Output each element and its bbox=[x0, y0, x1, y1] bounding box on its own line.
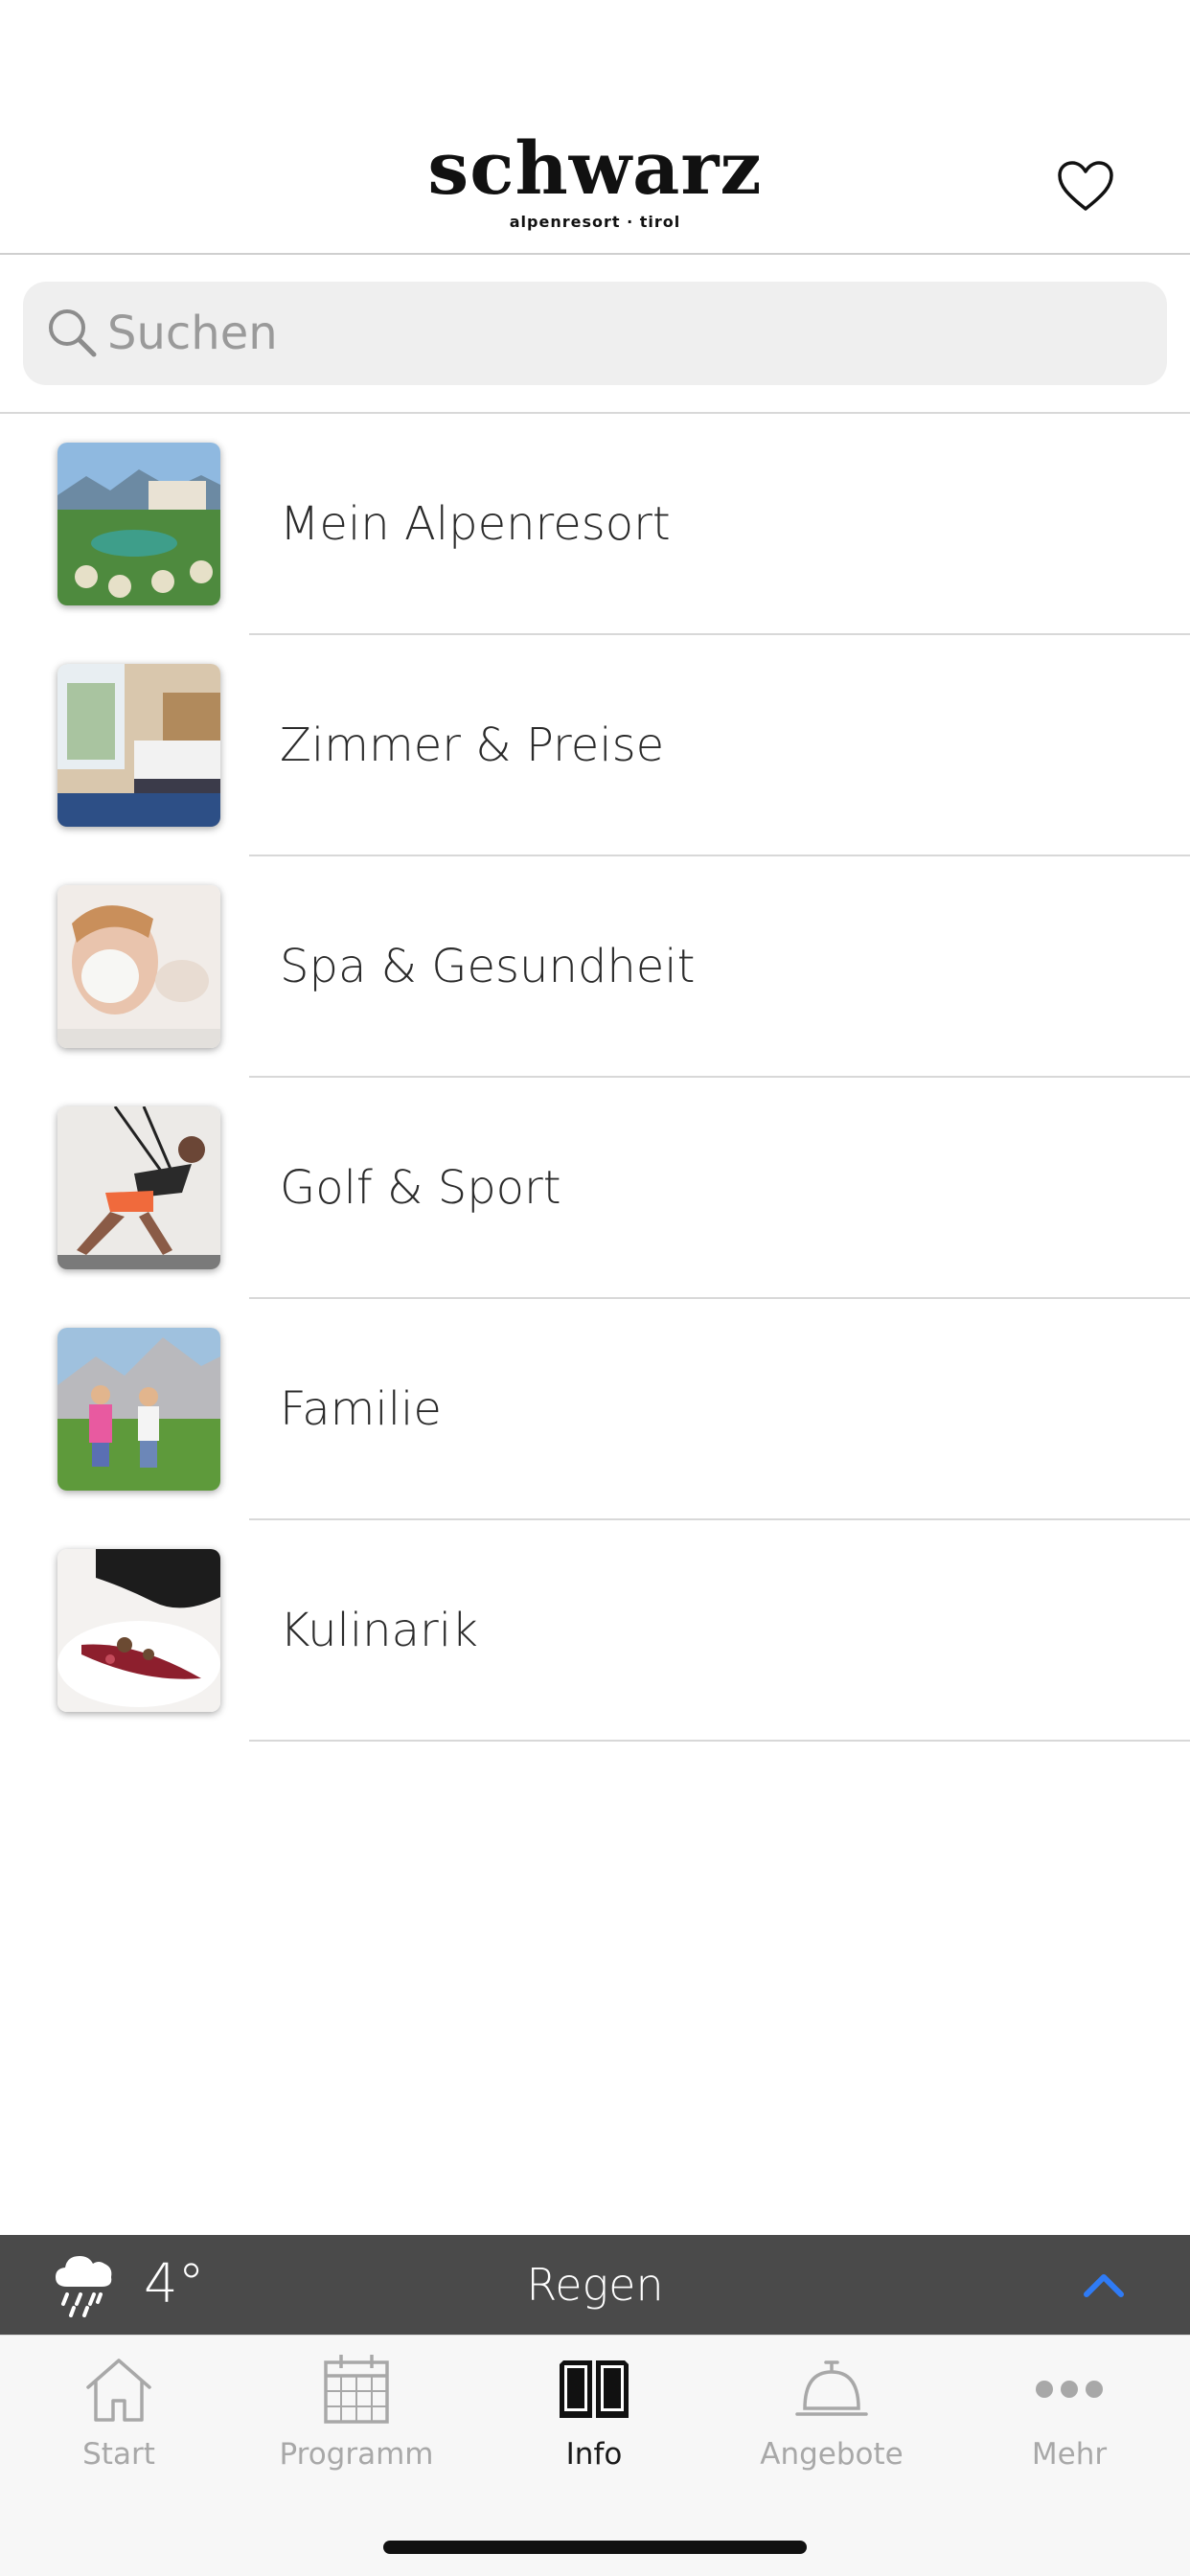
list-item-mein-alpenresort[interactable]: Mein Alpenresort bbox=[0, 414, 1190, 635]
tab-angebote[interactable]: Angebote bbox=[713, 2336, 950, 2489]
tab-programm[interactable]: Programm bbox=[238, 2336, 475, 2489]
tab-mehr[interactable]: Mehr bbox=[950, 2336, 1188, 2489]
tab-label: Start bbox=[82, 2437, 155, 2472]
home-icon bbox=[80, 2351, 157, 2428]
weather-bar[interactable]: 4° Regen bbox=[0, 2235, 1190, 2335]
sport-thumbnail bbox=[57, 1106, 220, 1269]
tab-start[interactable]: Start bbox=[0, 2336, 238, 2489]
search-bar[interactable] bbox=[23, 282, 1167, 385]
resort-thumbnail bbox=[57, 443, 220, 605]
tab-bar: Start Programm Info Angebote Mehr bbox=[0, 2335, 1190, 2576]
list-item-familie[interactable]: Familie bbox=[0, 1299, 1190, 1520]
heart-outline-icon[interactable] bbox=[1056, 159, 1115, 213]
search-input[interactable] bbox=[107, 282, 1142, 385]
list-item-zimmer-preise[interactable]: Zimmer & Preise bbox=[0, 635, 1190, 856]
row-divider bbox=[249, 1740, 1190, 1742]
book-icon bbox=[556, 2351, 632, 2428]
weather-description: Regen bbox=[526, 2259, 664, 2311]
logo-subtitle: alpenresort · tirol bbox=[509, 213, 681, 231]
room-thumbnail bbox=[57, 664, 220, 827]
service-bell-icon bbox=[793, 2351, 870, 2428]
calendar-icon bbox=[318, 2351, 395, 2428]
spa-thumbnail bbox=[57, 885, 220, 1048]
info-menu-list: Mein Alpenresort Zimmer & Preise Spa & G… bbox=[0, 414, 1190, 1742]
list-item-label: Mein Alpenresort bbox=[280, 497, 671, 551]
tab-label: Info bbox=[565, 2437, 623, 2472]
list-item-label: Golf & Sport bbox=[280, 1161, 561, 1215]
food-thumbnail bbox=[57, 1549, 220, 1712]
list-item-label: Spa & Gesundheit bbox=[280, 940, 696, 993]
app-header: schwarz alpenresort · tirol bbox=[0, 0, 1190, 255]
schwarz-logo: schwarz alpenresort · tirol bbox=[0, 125, 1190, 232]
tab-info[interactable]: Info bbox=[475, 2336, 713, 2489]
family-thumbnail bbox=[57, 1328, 220, 1491]
list-item-golf-sport[interactable]: Golf & Sport bbox=[0, 1078, 1190, 1299]
list-item-spa-gesundheit[interactable]: Spa & Gesundheit bbox=[0, 856, 1190, 1078]
list-item-kulinarik[interactable]: Kulinarik bbox=[0, 1520, 1190, 1742]
search-icon bbox=[44, 305, 100, 360]
tab-label: Mehr bbox=[1031, 2437, 1108, 2472]
chevron-up-icon[interactable] bbox=[1083, 2269, 1125, 2298]
list-item-label: Kulinarik bbox=[280, 1604, 478, 1657]
home-indicator[interactable] bbox=[383, 2541, 807, 2554]
logo-wordmark: schwarz bbox=[427, 125, 763, 211]
tab-label: Angebote bbox=[760, 2437, 904, 2472]
list-item-label: Zimmer & Preise bbox=[280, 718, 665, 772]
list-item-label: Familie bbox=[280, 1382, 442, 1436]
tab-label: Programm bbox=[279, 2437, 434, 2472]
more-dots-icon bbox=[1031, 2351, 1108, 2428]
